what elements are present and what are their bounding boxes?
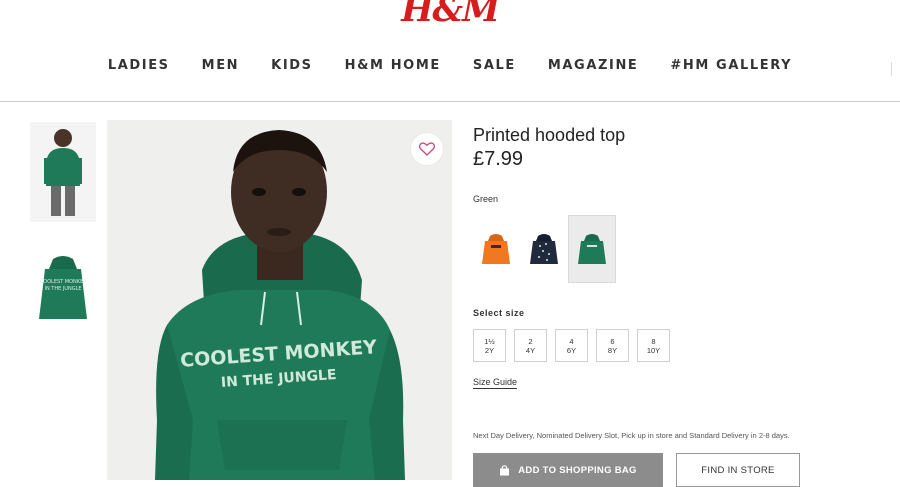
color-swatch-green[interactable] <box>568 215 616 283</box>
size-age: 4 <box>569 336 574 346</box>
svg-text:IN THE JUNGLE: IN THE JUNGLE <box>44 286 81 292</box>
add-to-bag-button[interactable]: ADD TO SHOPPING BAG <box>473 453 663 487</box>
nav-item-ladies[interactable]: LADIES <box>108 58 170 73</box>
select-size-label: Select size <box>473 308 525 318</box>
shopping-bag-icon <box>500 464 510 475</box>
color-swatch-orange[interactable] <box>473 216 519 282</box>
size-option[interactable]: 8 10Y <box>637 329 670 362</box>
nav-item-gallery[interactable]: #HM GALLERY <box>670 58 792 73</box>
size-age: 6 <box>610 336 615 346</box>
size-guide-link[interactable]: Size Guide <box>473 377 518 389</box>
size-age: 2 <box>528 336 533 346</box>
color-swatches <box>473 215 616 283</box>
nav-item-home[interactable]: H&M HOME <box>345 58 441 73</box>
product-price: £7.99 <box>473 148 524 170</box>
thumbnail-model[interactable] <box>30 122 96 222</box>
size-years: 2Y <box>484 345 495 355</box>
size-age: 1½ <box>484 336 495 346</box>
size-option[interactable]: 4 6Y <box>555 329 588 362</box>
nav-item-kids[interactable]: KIDS <box>271 58 312 73</box>
thumbnail-hoodie[interactable]: COOLEST MONKEY IN THE JUNGLE <box>30 238 96 338</box>
main-nav: LADIES MEN KIDS H&M HOME SALE MAGAZINE #… <box>0 58 900 73</box>
size-years: 10Y <box>646 345 661 355</box>
hoodie-green-icon <box>578 234 606 264</box>
delivery-info: Next Day Delivery, Nominated Delivery Sl… <box>473 431 790 440</box>
hoodie-thumbnail-icon: COOLEST MONKEY IN THE JUNGLE <box>39 256 88 319</box>
favourite-button[interactable] <box>410 132 444 166</box>
size-years: 4Y <box>525 345 536 355</box>
size-options: 1½ 2Y 2 4Y 4 6Y 6 8Y 8 10Y <box>473 329 670 362</box>
hoodie-dark-blue-icon <box>530 234 558 264</box>
heart-icon <box>419 142 435 156</box>
nav-item-men[interactable]: MEN <box>202 58 240 73</box>
product-title: Printed hooded top <box>473 125 626 145</box>
model-thumbnail-icon <box>44 129 82 216</box>
size-option[interactable]: 6 8Y <box>596 329 629 362</box>
find-in-store-button[interactable]: FIND IN STORE <box>676 453 800 487</box>
size-years: 8Y <box>607 345 618 355</box>
selected-color-label: Green <box>473 194 499 204</box>
nav-divider <box>891 62 898 76</box>
add-to-bag-label: ADD TO SHOPPING BAG <box>518 464 637 476</box>
color-swatch-dark-blue[interactable] <box>521 216 567 282</box>
find-in-store-label: FIND IN STORE <box>701 464 775 476</box>
hoodie-orange-icon <box>482 234 510 264</box>
nav-item-sale[interactable]: SALE <box>473 58 516 73</box>
nav-item-magazine[interactable]: MAGAZINE <box>548 58 639 73</box>
product-photo-icon: COOLEST MONKEY IN THE JUNGLE <box>107 120 452 480</box>
product-main-image[interactable]: COOLEST MONKEY IN THE JUNGLE <box>107 120 452 480</box>
size-years: 6Y <box>566 345 577 355</box>
size-option[interactable]: 1½ 2Y <box>473 329 506 362</box>
size-age: 8 <box>651 336 656 346</box>
svg-text:COOLEST MONKEY: COOLEST MONKEY <box>40 279 88 285</box>
brand-logo[interactable]: H&M <box>0 0 900 30</box>
header-divider <box>0 101 900 102</box>
logo-text: H&M <box>401 0 499 30</box>
size-option[interactable]: 2 4Y <box>514 329 547 362</box>
